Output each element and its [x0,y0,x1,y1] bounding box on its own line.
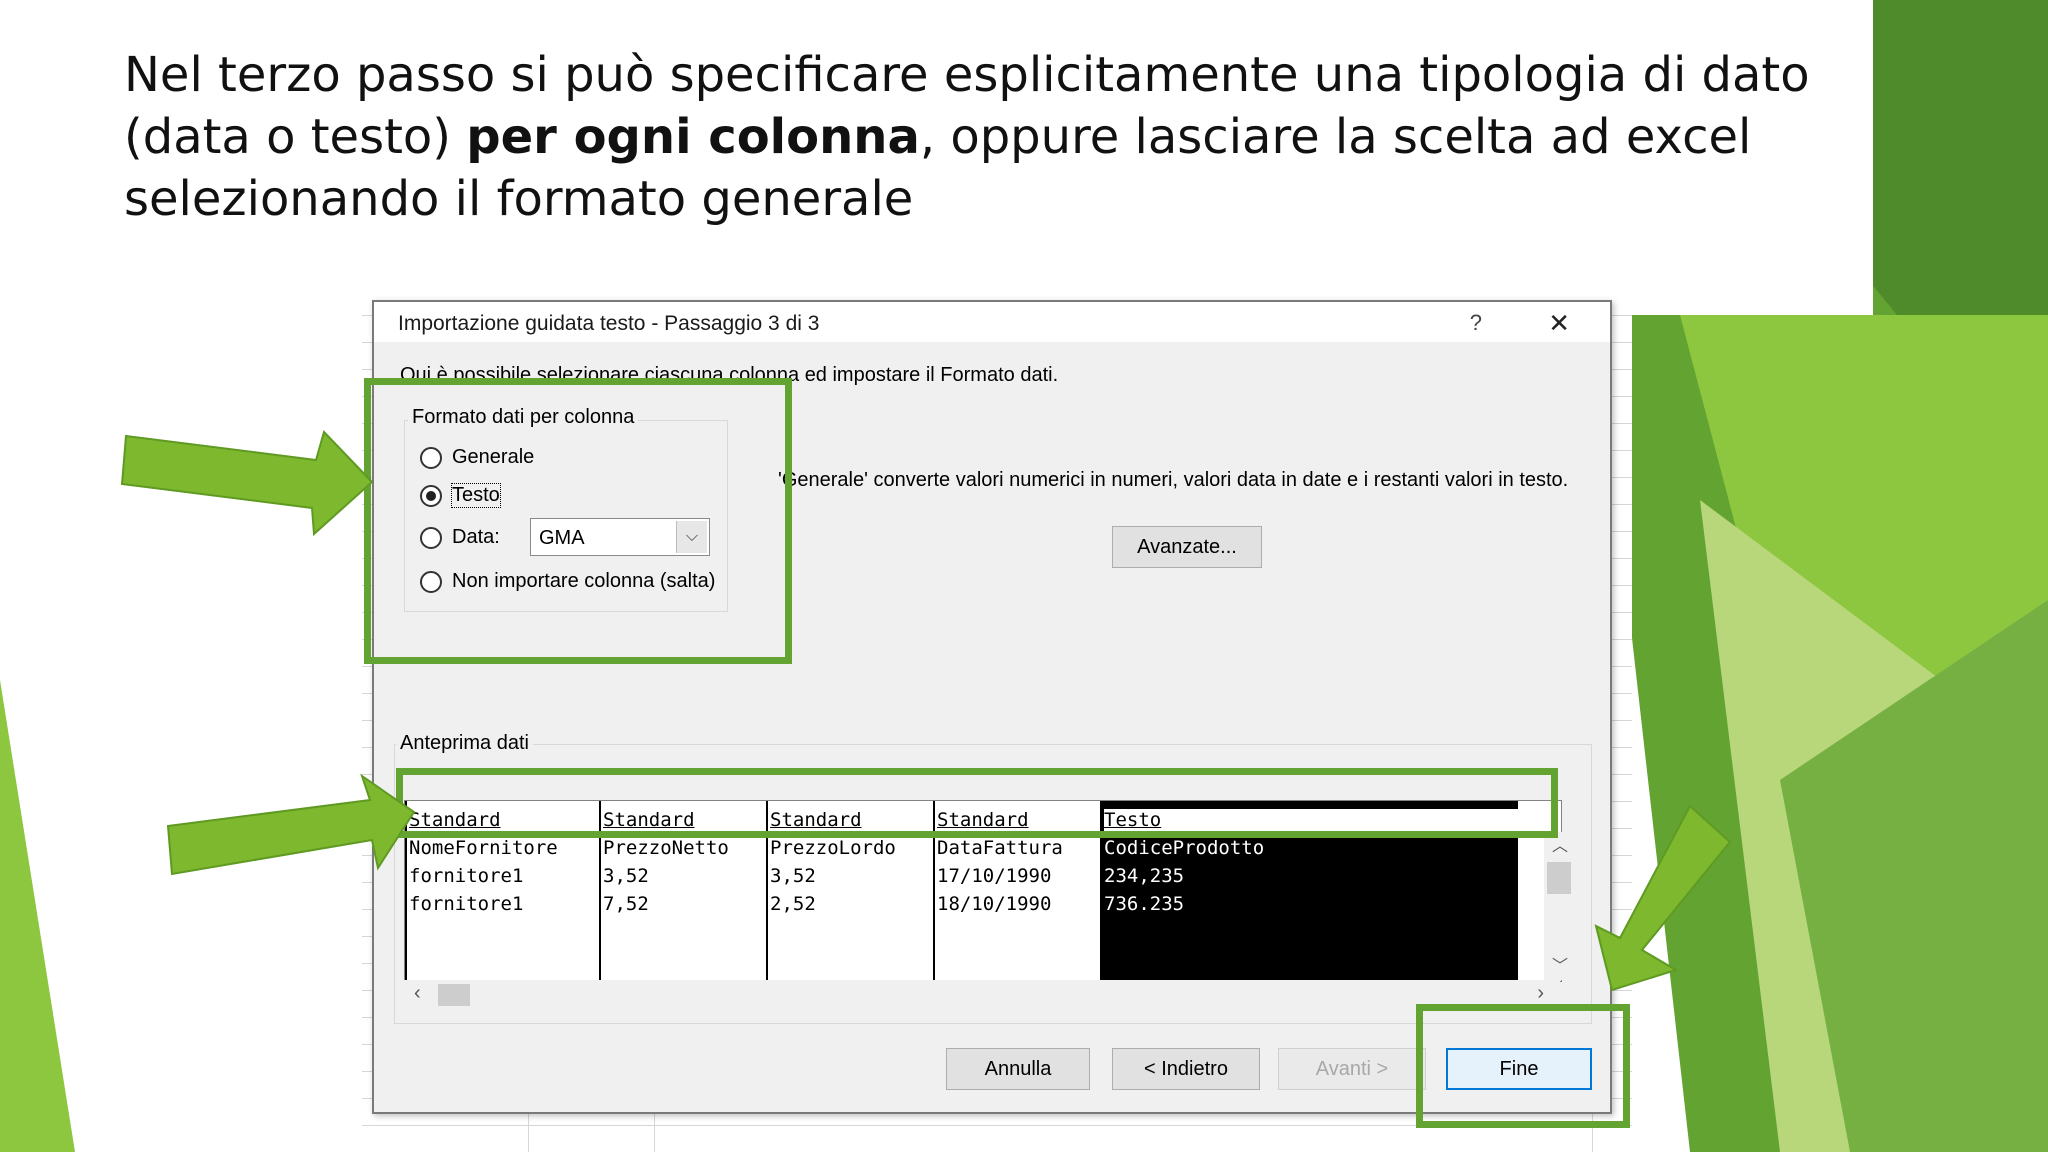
preview-cell: 234,235 [1104,865,1185,887]
close-icon[interactable]: ✕ [1548,308,1570,339]
slide-caption: Nel terzo passo si può specificare espli… [124,44,1844,230]
preview-cell: 3,52 [770,865,816,887]
preview-cell: 17/10/1990 [937,865,1052,887]
back-button[interactable]: < Indietro [1112,1048,1260,1090]
highlight-format-group [364,378,792,664]
caption-line-3: selezionando il formato generale [124,171,914,227]
scroll-thumb[interactable] [438,984,470,1006]
highlight-column-headers [396,768,1558,838]
preview-cell: 18/10/1990 [937,893,1052,915]
preview-legend: Anteprima dati [396,732,533,755]
preview-cell: 2,52 [770,893,816,915]
caption-emphasis: per ogni colonna [466,109,920,165]
next-button[interactable]: Avanti > [1278,1048,1426,1090]
preview-cell: NomeFornitore [409,837,558,859]
dialog-title: Importazione guidata testo - Passaggio 3… [398,312,820,335]
caption-line-2: (data o testo) per ogni colonna, oppure … [124,106,1844,168]
dialog-title-bar: Importazione guidata testo - Passaggio 3… [374,302,1610,342]
help-icon[interactable]: ? [1470,310,1482,336]
caption-line-2-start: (data o testo) [124,109,467,165]
preview-cell: 736.235 [1104,893,1185,915]
preview-cell: PrezzoLordo [770,837,896,859]
preview-cell: fornitore1 [409,893,524,915]
scroll-down-icon[interactable]: ﹀ [1552,952,1568,976]
preview-cell: CodiceProdotto [1104,837,1265,859]
preview-horizontal-scrollbar[interactable]: ‹ › [404,980,1560,1010]
scroll-left-icon[interactable]: ‹ [414,982,421,1005]
preview-cell: 3,52 [603,865,649,887]
format-description: 'Generale' converte valori numerici in n… [778,469,1569,491]
cancel-button[interactable]: Annulla [946,1048,1090,1090]
caption-line-1: Nel terzo passo si può specificare espli… [124,47,1810,103]
preview-vertical-scrollbar[interactable]: ︿ ﹀ [1544,832,1574,980]
scroll-right-icon[interactable]: › [1537,982,1544,1005]
caption-line-2-end: , oppure lasciare la scelta ad excel [919,109,1752,165]
highlight-finish-button [1416,1004,1630,1128]
advanced-button[interactable]: Avanzate... [1112,526,1262,568]
scroll-thumb[interactable] [1547,862,1571,894]
preview-cell: 7,52 [603,893,649,915]
preview-cell: PrezzoNetto [603,837,729,859]
preview-cell: DataFattura [937,837,1063,859]
preview-cell: fornitore1 [409,865,524,887]
